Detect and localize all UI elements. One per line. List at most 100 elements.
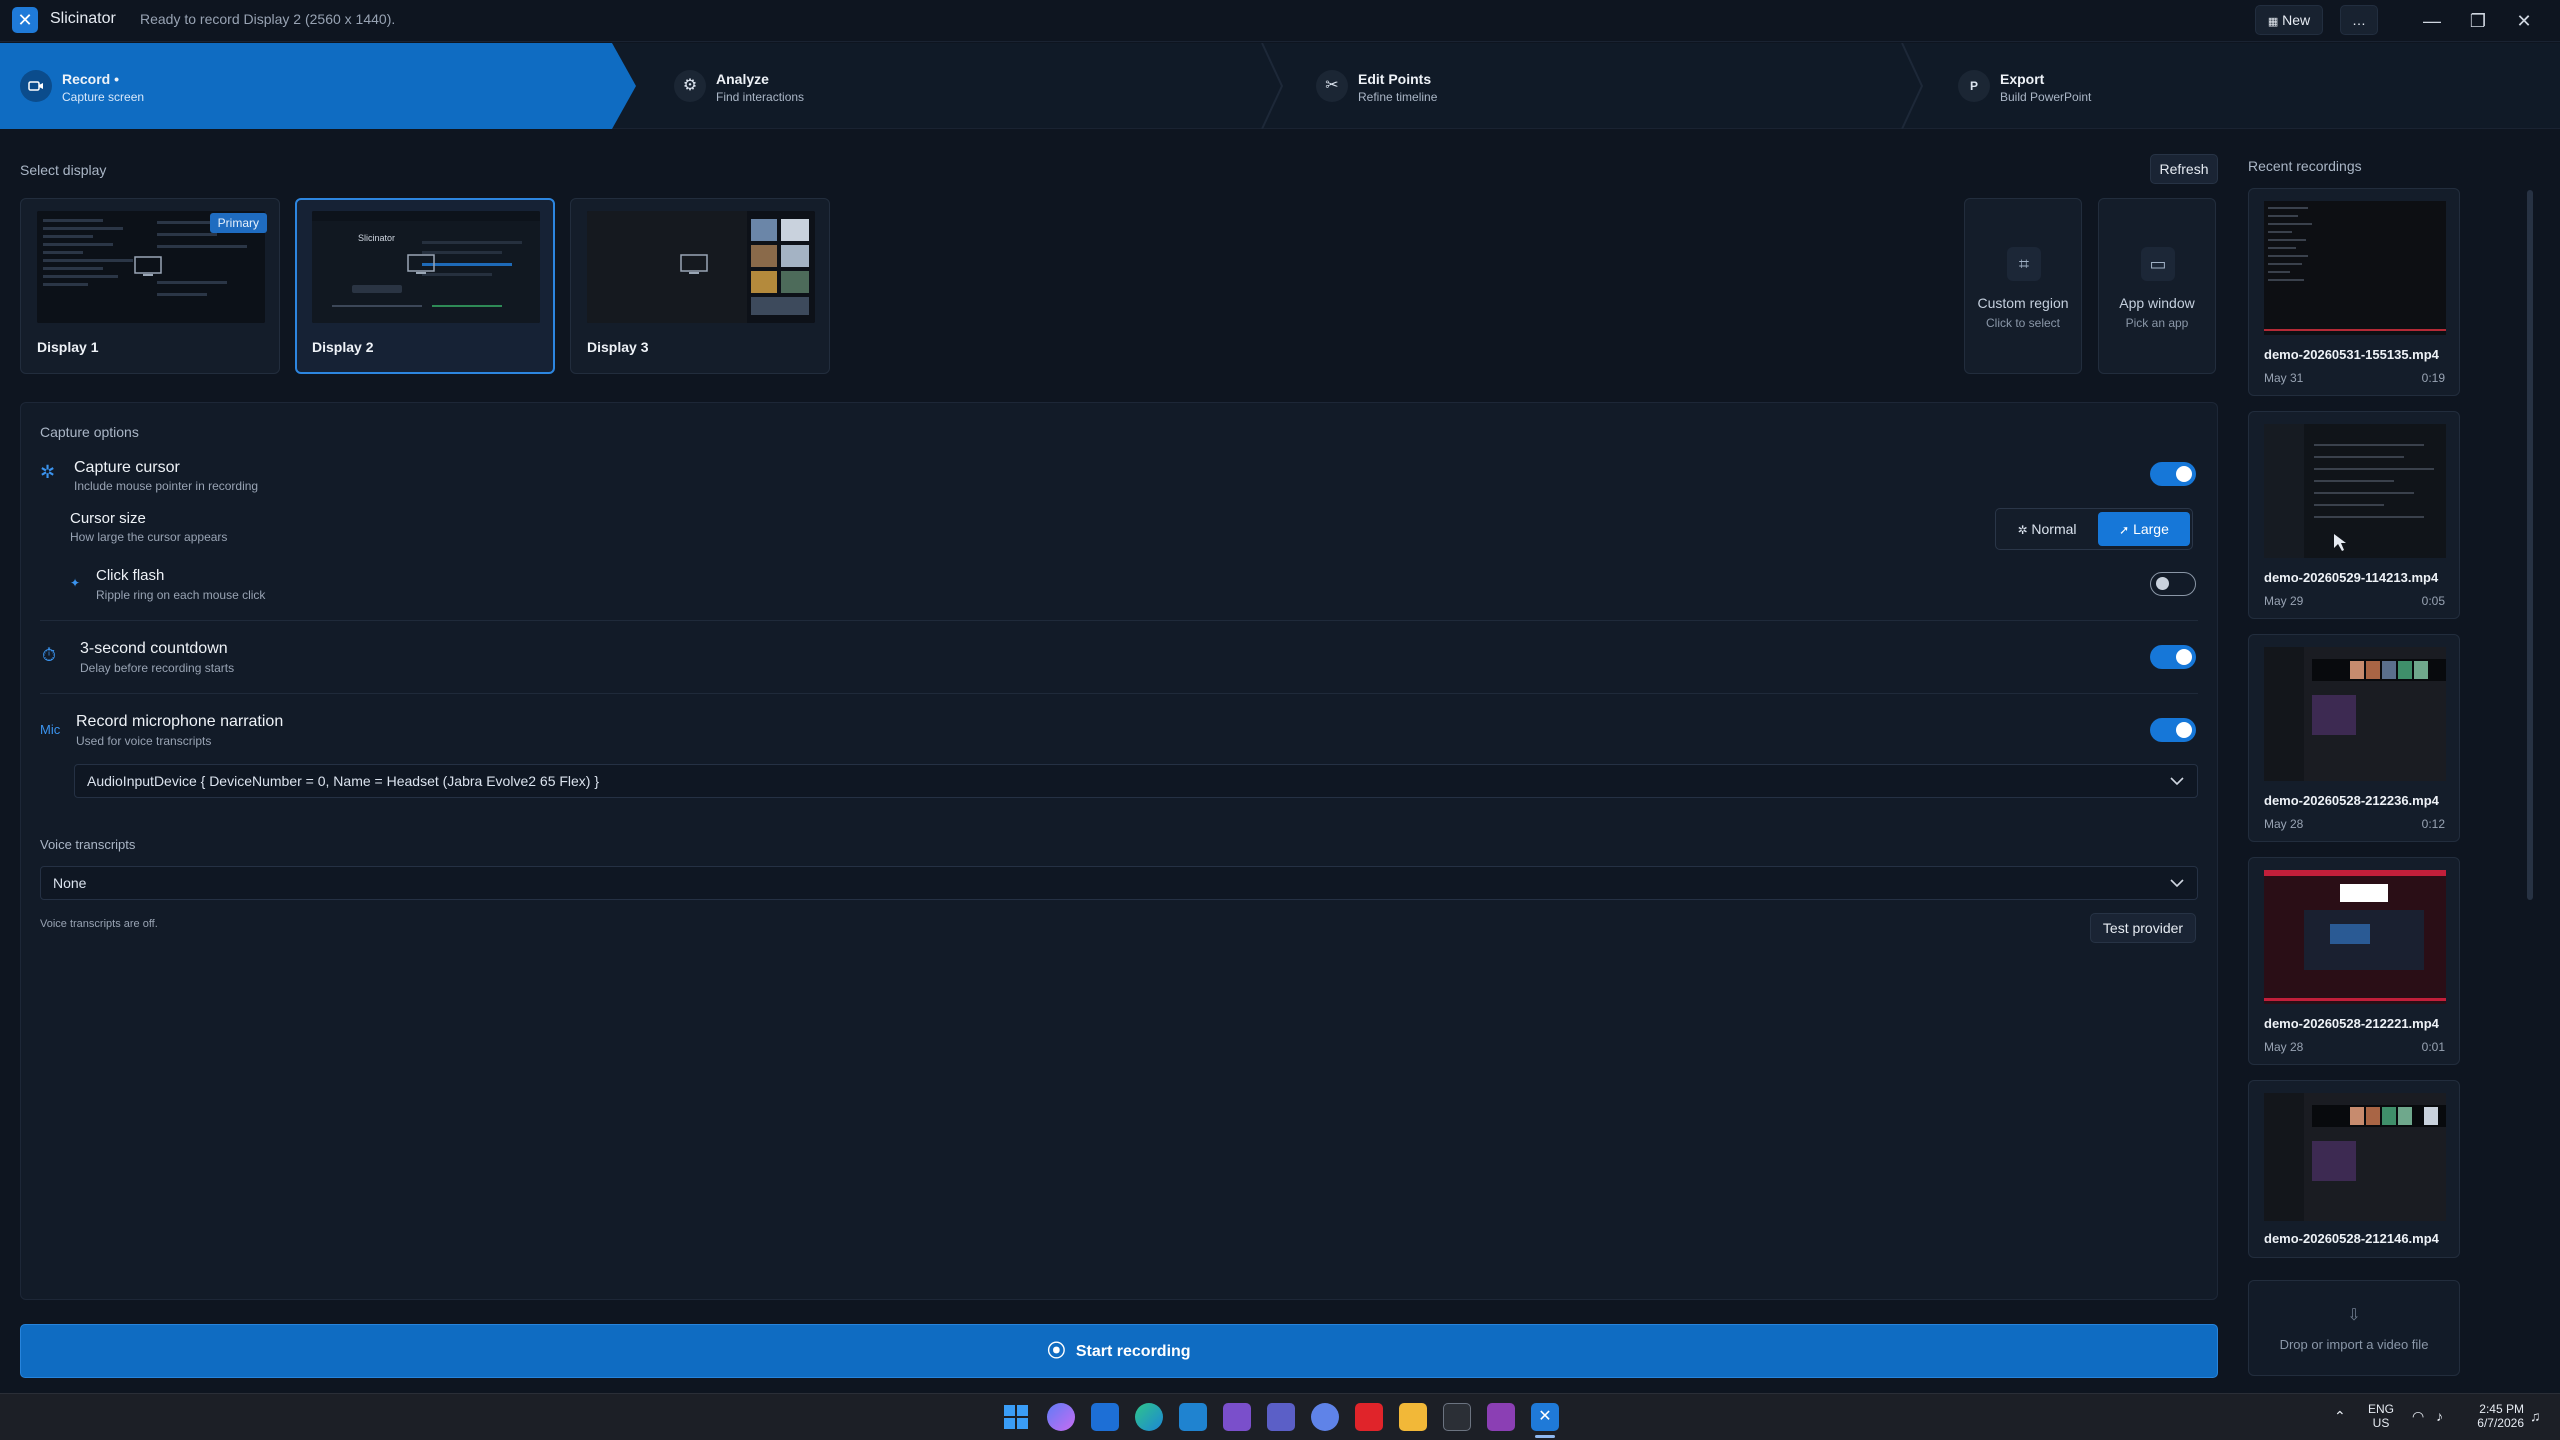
recording-thumbnail: [2264, 870, 2446, 1004]
select-display-label: Select display: [20, 162, 107, 178]
start-recording-button[interactable]: ⦿ Start recording: [20, 1324, 2218, 1378]
status-text: Ready to record Display 2 (2560 x 1440).: [140, 11, 396, 27]
refresh-button[interactable]: Refresh: [2150, 154, 2218, 184]
recording-item[interactable]: demo-20260528-212221.mp4 May 28 0:01: [2248, 857, 2460, 1065]
countdown-toggle[interactable]: [2150, 645, 2196, 669]
thumbnail-app-title: Slicinator: [358, 233, 396, 243]
app-title: Slicinator: [50, 10, 116, 27]
microphone-device-select[interactable]: AudioInputDevice { DeviceNumber = 0, Nam…: [74, 764, 2198, 798]
step-export[interactable]: P Export Build PowerPoint: [1958, 43, 2258, 129]
youtube-icon[interactable]: [1355, 1403, 1383, 1431]
click-flash-title: Click flash: [96, 567, 165, 584]
mic-title: Record microphone narration: [76, 713, 284, 730]
close-button[interactable]: ✕: [2504, 4, 2544, 38]
chevron-down-icon: [2170, 777, 2184, 786]
mic-toggle[interactable]: [2150, 718, 2196, 742]
click-flash-icon: ✦: [70, 576, 81, 590]
clock[interactable]: 2:45 PM 6/7/2026: [2464, 1402, 2524, 1430]
cursor-sparkle-icon: ✲: [40, 462, 56, 482]
pointer-icon: ➚: [2119, 523, 2130, 537]
display-thumbnail: Slicinator: [312, 211, 540, 323]
display-thumbnail: [587, 211, 815, 323]
notification-bell-icon[interactable]: ♫: [2530, 1408, 2541, 1424]
cursor-size-subtitle: How large the cursor appears: [70, 530, 228, 544]
display-card-3[interactable]: Display 3: [570, 198, 830, 374]
step-edit-points[interactable]: ✂ Edit Points Refine timeline: [1316, 43, 1616, 129]
voice-status-text: Voice transcripts are off.: [40, 918, 158, 930]
cursor-sparkle-icon: ✲: [2017, 523, 2028, 537]
edge-browser-icon[interactable]: [1135, 1403, 1163, 1431]
app-window-button[interactable]: ▭ App window Pick an app: [2098, 198, 2216, 374]
drop-import-zone[interactable]: ⇩ Drop or import a video file: [2248, 1280, 2460, 1376]
language-indicator[interactable]: ENG US: [2366, 1402, 2396, 1430]
download-icon: ⇩: [2347, 1307, 2361, 1324]
recent-scrollbar[interactable]: [2527, 190, 2533, 900]
chat-icon[interactable]: [1311, 1403, 1339, 1431]
drop-import-label: Drop or import a video file: [2279, 1337, 2429, 1352]
mic-subtitle: Used for voice transcripts: [76, 734, 212, 748]
more-icon: …: [2352, 12, 2366, 28]
powerpoint-icon: P: [1958, 70, 1990, 102]
click-flash-toggle[interactable]: [2150, 572, 2196, 596]
step-analyze[interactable]: ⚙ Analyze Find interactions: [674, 43, 974, 129]
primary-badge: Primary: [209, 213, 267, 233]
display-name: Display 1: [37, 339, 99, 355]
teams-icon[interactable]: [1267, 1403, 1295, 1431]
app-icon[interactable]: [1487, 1403, 1515, 1431]
restore-button[interactable]: ❐: [2458, 4, 2498, 38]
vscode-icon[interactable]: [1179, 1403, 1207, 1431]
record-icon: [20, 70, 52, 102]
cursor-size-large[interactable]: ➚ Large: [2098, 512, 2190, 546]
step-separator: [1261, 43, 1284, 129]
recording-thumbnail: [2264, 424, 2446, 558]
new-button[interactable]: ▦ New: [2255, 5, 2323, 35]
microphone-icon: Mic: [40, 722, 61, 737]
capture-options-label: Capture options: [40, 424, 139, 440]
recording-thumbnail: [2264, 201, 2446, 335]
recording-item[interactable]: demo-20260531-155135.mp4 May 31 0:19: [2248, 188, 2460, 396]
start-menu-icon[interactable]: [1002, 1403, 1030, 1431]
voice-transcripts-select[interactable]: None: [40, 866, 2198, 900]
capture-cursor-toggle[interactable]: [2150, 462, 2196, 486]
minimize-button[interactable]: —: [2412, 4, 2452, 38]
countdown-subtitle: Delay before recording starts: [80, 661, 235, 675]
recording-thumbnail: [2264, 647, 2446, 781]
divider: [40, 693, 2198, 694]
os-taskbar: ✕ ⌃ ENG US ◠ ♪ 2:45 PM 6/7/2026 ♫: [0, 1393, 2560, 1440]
recording-item[interactable]: demo-20260529-114213.mp4 May 29 0:05: [2248, 411, 2460, 619]
click-flash-subtitle: Ripple ring on each mouse click: [96, 588, 266, 602]
record-circle-icon: ⦿: [1047, 1341, 1066, 1361]
app-logo-icon: ✕: [12, 7, 38, 33]
volume-icon[interactable]: ♪: [2436, 1408, 2443, 1424]
slicinator-taskbar-icon[interactable]: ✕: [1531, 1403, 1559, 1431]
cursor-size-normal[interactable]: ✲ Normal: [2000, 512, 2094, 546]
cursor-size-title: Cursor size: [70, 510, 146, 527]
display-card-1[interactable]: Primary Display 1: [20, 198, 280, 374]
grid-icon: ▦: [2267, 16, 2279, 28]
scissors-icon: ✂: [1316, 70, 1348, 102]
recent-recordings-label: Recent recordings: [2248, 158, 2362, 174]
wifi-icon[interactable]: ◠: [2412, 1408, 2424, 1425]
crop-icon: ⌗: [2007, 247, 2041, 281]
outlook-icon[interactable]: [1091, 1403, 1119, 1431]
display-name: Display 2: [312, 339, 374, 355]
tray-overflow-icon[interactable]: ⌃: [2334, 1408, 2346, 1425]
recording-item[interactable]: demo-20260528-212146.mp4: [2248, 1080, 2460, 1258]
gear-icon: ⚙: [674, 70, 706, 102]
title-bar: ✕ Slicinator Ready to record Display 2 (…: [0, 0, 2560, 42]
test-provider-button[interactable]: Test provider: [2090, 913, 2196, 943]
display-card-2[interactable]: Slicinator Display 2: [295, 198, 555, 374]
custom-region-button[interactable]: ⌗ Custom region Click to select: [1964, 198, 2082, 374]
step-separator: [1901, 43, 1924, 129]
step-record[interactable]: Record • Capture screen: [20, 43, 320, 129]
capture-options-panel: [20, 402, 2218, 1300]
divider: [40, 620, 2198, 621]
workflow-stepper: Record • Capture screen ⚙ Analyze Find i…: [0, 43, 2560, 129]
more-button[interactable]: …: [2340, 5, 2378, 35]
visual-studio-icon[interactable]: [1223, 1403, 1251, 1431]
terminal-icon[interactable]: [1443, 1403, 1471, 1431]
copilot-icon[interactable]: [1047, 1403, 1075, 1431]
recording-item[interactable]: demo-20260528-212236.mp4 May 28 0:12: [2248, 634, 2460, 842]
file-explorer-icon[interactable]: [1399, 1403, 1427, 1431]
cursor-size-selector: ✲ Normal ➚ Large: [1995, 508, 2193, 550]
